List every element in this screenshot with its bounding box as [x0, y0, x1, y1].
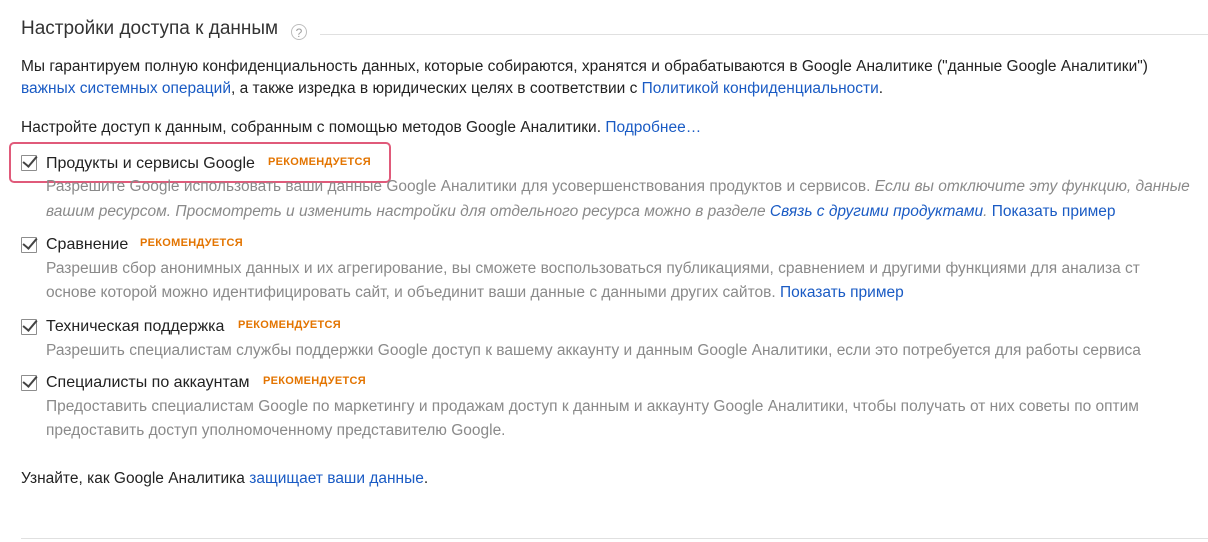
- system-operations-link[interactable]: важных системных операций: [21, 80, 231, 97]
- recommended-badge: РЕКОМЕНДУЕТСЯ: [268, 156, 372, 168]
- option-desc-google-products-line-1: Разрешите Google использовать ваши данны…: [46, 176, 1190, 198]
- recommended-badge: РЕКОМЕНДУЕТСЯ: [140, 237, 244, 249]
- bottom-divider: [21, 538, 1208, 539]
- option-title-benchmarking: Сравнение: [46, 236, 129, 253]
- footer-label: Узнайте, как Google Аналитика: [21, 470, 250, 487]
- header-divider: [320, 34, 1208, 35]
- help-icon[interactable]: ?: [291, 24, 307, 40]
- intro-line-2-text: , а также изредка в юридических целях в …: [231, 80, 642, 97]
- desc-italic: Если вы отключите эту функцию, данные: [874, 178, 1190, 195]
- privacy-policy-link[interactable]: Политикой конфиденциальности: [642, 80, 879, 97]
- show-example-link[interactable]: Показать пример: [987, 203, 1116, 220]
- intro-line-1: Мы гарантируем полную конфиденциальность…: [21, 58, 1148, 75]
- option-desc-account-specialists-line-2: предоставить доступ уполномоченному пред…: [46, 422, 506, 439]
- option-desc-technical-support: Разрешить специалистам службы поддержки …: [46, 342, 1141, 359]
- footer-end: .: [423, 470, 429, 487]
- checkbox-google-products[interactable]: [21, 155, 37, 171]
- configure-label: Настройте доступ к данным, собранным с п…: [21, 119, 606, 136]
- option-desc-google-products-line-2: вашим ресурсом. Просмотреть и изменить н…: [46, 201, 1116, 223]
- desc-text: Разрешите Google использовать ваши данны…: [46, 178, 875, 195]
- learn-more-link[interactable]: Подробнее…: [605, 119, 701, 136]
- checkbox-account-specialists[interactable]: [21, 375, 37, 391]
- intro-line-2-end: .: [878, 80, 884, 97]
- option-desc-account-specialists-line-1: Предоставить специалистам Google по марк…: [46, 398, 1139, 415]
- page-title: Настройки доступа к данным: [21, 18, 279, 39]
- linked-products-link[interactable]: Связь с другими продуктами: [770, 203, 983, 220]
- show-example-link[interactable]: Показать пример: [780, 284, 904, 301]
- option-title-technical-support: Техническая поддержка: [46, 318, 225, 335]
- recommended-badge: РЕКОМЕНДУЕТСЯ: [238, 319, 342, 331]
- footer-text: Узнайте, как Google Аналитика защищает в…: [21, 468, 428, 490]
- desc-text: основе которой можно идентифицировать са…: [46, 284, 780, 301]
- recommended-badge: РЕКОМЕНДУЕТСЯ: [263, 375, 367, 387]
- option-desc-benchmarking-line-1: Разрешив сбор анонимных данных и их агре…: [46, 260, 1140, 277]
- checkbox-technical-support[interactable]: [21, 319, 37, 335]
- intro-line-2: важных системных операций, а также изред…: [21, 78, 883, 100]
- option-desc-benchmarking-line-2: основе которой можно идентифицировать са…: [46, 282, 904, 304]
- option-title-account-specialists: Специалисты по аккаунтам: [46, 374, 250, 391]
- checkbox-benchmarking[interactable]: [21, 237, 37, 253]
- configure-text: Настройте доступ к данным, собранным с п…: [21, 117, 701, 139]
- protects-data-link[interactable]: защищает ваши данные: [249, 470, 424, 487]
- desc-italic: вашим ресурсом. Просмотреть и изменить н…: [46, 203, 770, 220]
- option-title-google-products: Продукты и сервисы Google: [46, 155, 255, 172]
